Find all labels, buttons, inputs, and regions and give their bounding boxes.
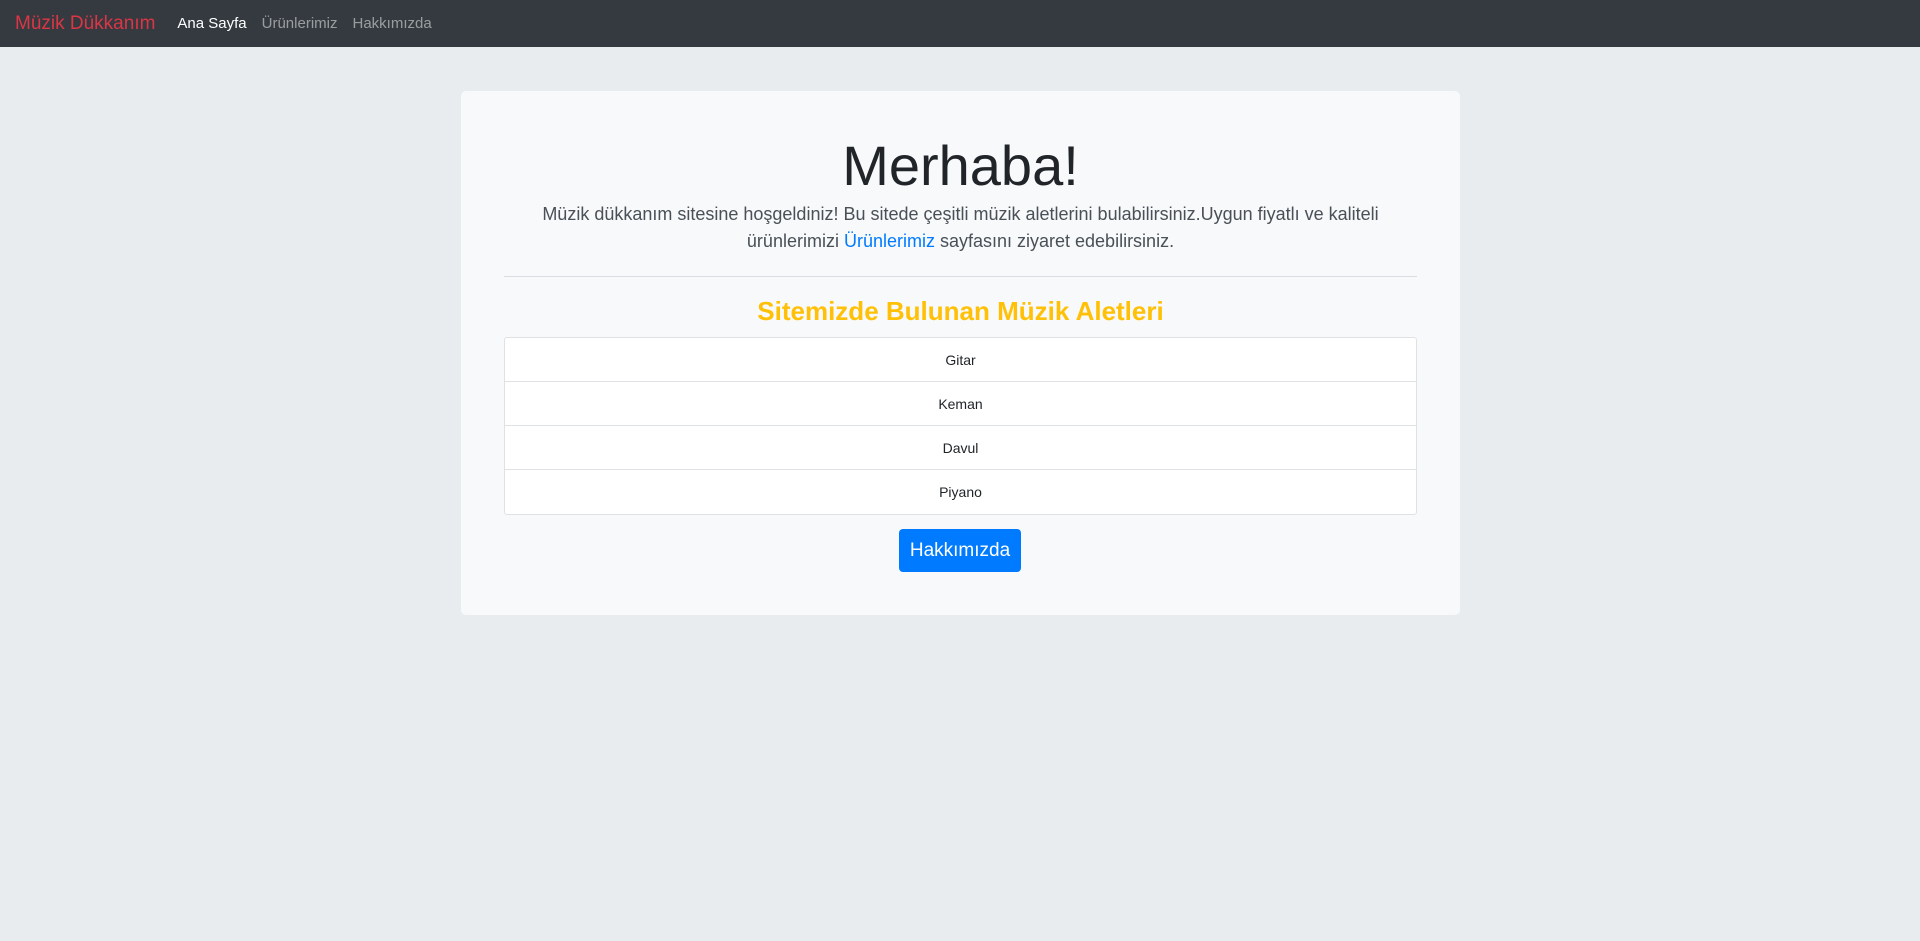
about-button[interactable]: Hakkımızda: [899, 529, 1021, 572]
list-item: Davul: [505, 426, 1416, 470]
page-title: Merhaba!: [842, 134, 1079, 197]
list-item: Piyano: [939, 484, 982, 500]
nav-link-urunlerimiz[interactable]: Ürünlerimiz: [262, 15, 338, 32]
instruments-title: Sitemizde Bulunan Müzik Aletleri: [757, 296, 1164, 326]
navbar: Müzik Dükkanım Ana Sayfa Ürünlerimiz Hak…: [0, 0, 1920, 47]
hero-lead-text-after: sayfasını ziyaret edebilirsiniz.: [934, 231, 1175, 251]
divider: [504, 276, 1417, 277]
list-item: Gitar: [505, 338, 1416, 382]
nav-link-ana-sayfa[interactable]: Ana Sayfa: [177, 15, 246, 32]
instruments-list: Gitar Keman Davul Piyano: [504, 337, 1417, 515]
nav-link-hakkimizda[interactable]: Hakkımızda: [352, 15, 431, 32]
hero-lead: Müzik dükkanım sitesine hoşgeldiniz! Bu …: [504, 201, 1417, 255]
list-item: Keman: [505, 382, 1416, 426]
hero-card: Merhaba! Müzik dükkanım sitesine hoşgeld…: [461, 91, 1460, 615]
products-link[interactable]: Ürünlerimiz: [844, 231, 935, 251]
brand-link[interactable]: Müzik Dükkanım: [15, 13, 155, 35]
